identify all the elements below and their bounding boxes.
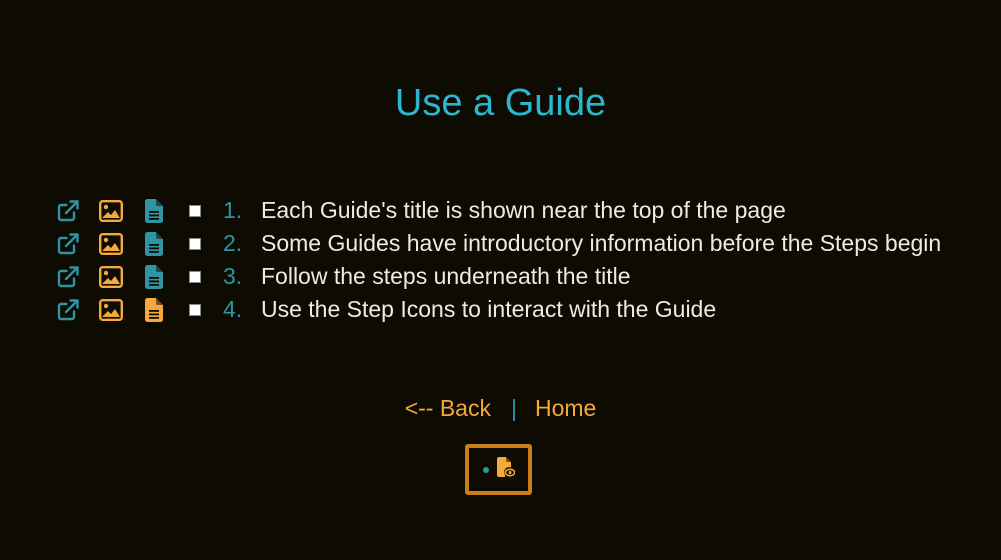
step-row: 3. Follow the steps underneath the title — [55, 260, 995, 293]
document-icon[interactable] — [141, 264, 167, 290]
image-icon[interactable] — [98, 297, 124, 323]
bottom-nav: <-- Back | Home — [0, 394, 1001, 422]
step-number: 4. — [223, 296, 243, 322]
status-dot — [482, 466, 489, 473]
document-icon[interactable] — [141, 231, 167, 257]
steps-list: 1. Each Guide's title is shown near the … — [55, 194, 995, 326]
back-link[interactable]: <-- Back — [405, 394, 491, 422]
document-icon[interactable] — [141, 198, 167, 224]
step-row: 2. Some Guides have introductory informa… — [55, 227, 995, 260]
step-row: 4. Use the Step Icons to interact with t… — [55, 293, 995, 326]
step-text: Use the Step Icons to interact with the … — [261, 296, 717, 322]
step-number: 3. — [223, 263, 243, 289]
step-text: Follow the steps underneath the title — [261, 263, 631, 289]
home-link[interactable]: Home — [535, 394, 596, 422]
image-icon[interactable] — [98, 264, 124, 290]
step-row: 1. Each Guide's title is shown near the … — [55, 194, 995, 227]
step-text: Some Guides have introductory informatio… — [261, 230, 942, 256]
guide-view-button[interactable] — [465, 444, 532, 495]
page-title: Use a Guide — [394, 82, 607, 124]
external-link-icon[interactable] — [55, 231, 81, 257]
image-icon[interactable] — [98, 198, 124, 224]
step-number: 2. — [223, 230, 243, 256]
step-checkbox[interactable] — [189, 303, 201, 316]
external-link-icon[interactable] — [55, 297, 81, 323]
image-icon[interactable] — [98, 231, 124, 257]
step-number: 1. — [223, 197, 243, 223]
nav-separator: | — [510, 395, 517, 421]
step-checkbox[interactable] — [189, 237, 201, 250]
step-text: Each Guide's title is shown near the top… — [261, 197, 786, 223]
step-checkbox[interactable] — [189, 270, 201, 283]
external-link-icon[interactable] — [55, 198, 81, 224]
document-icon-active[interactable] — [141, 297, 167, 323]
guide-page: Use a Guide 1. Each Guide's title is sho… — [0, 0, 1001, 560]
external-link-icon[interactable] — [55, 264, 81, 290]
file-view-icon — [496, 457, 515, 482]
step-checkbox[interactable] — [189, 204, 201, 217]
